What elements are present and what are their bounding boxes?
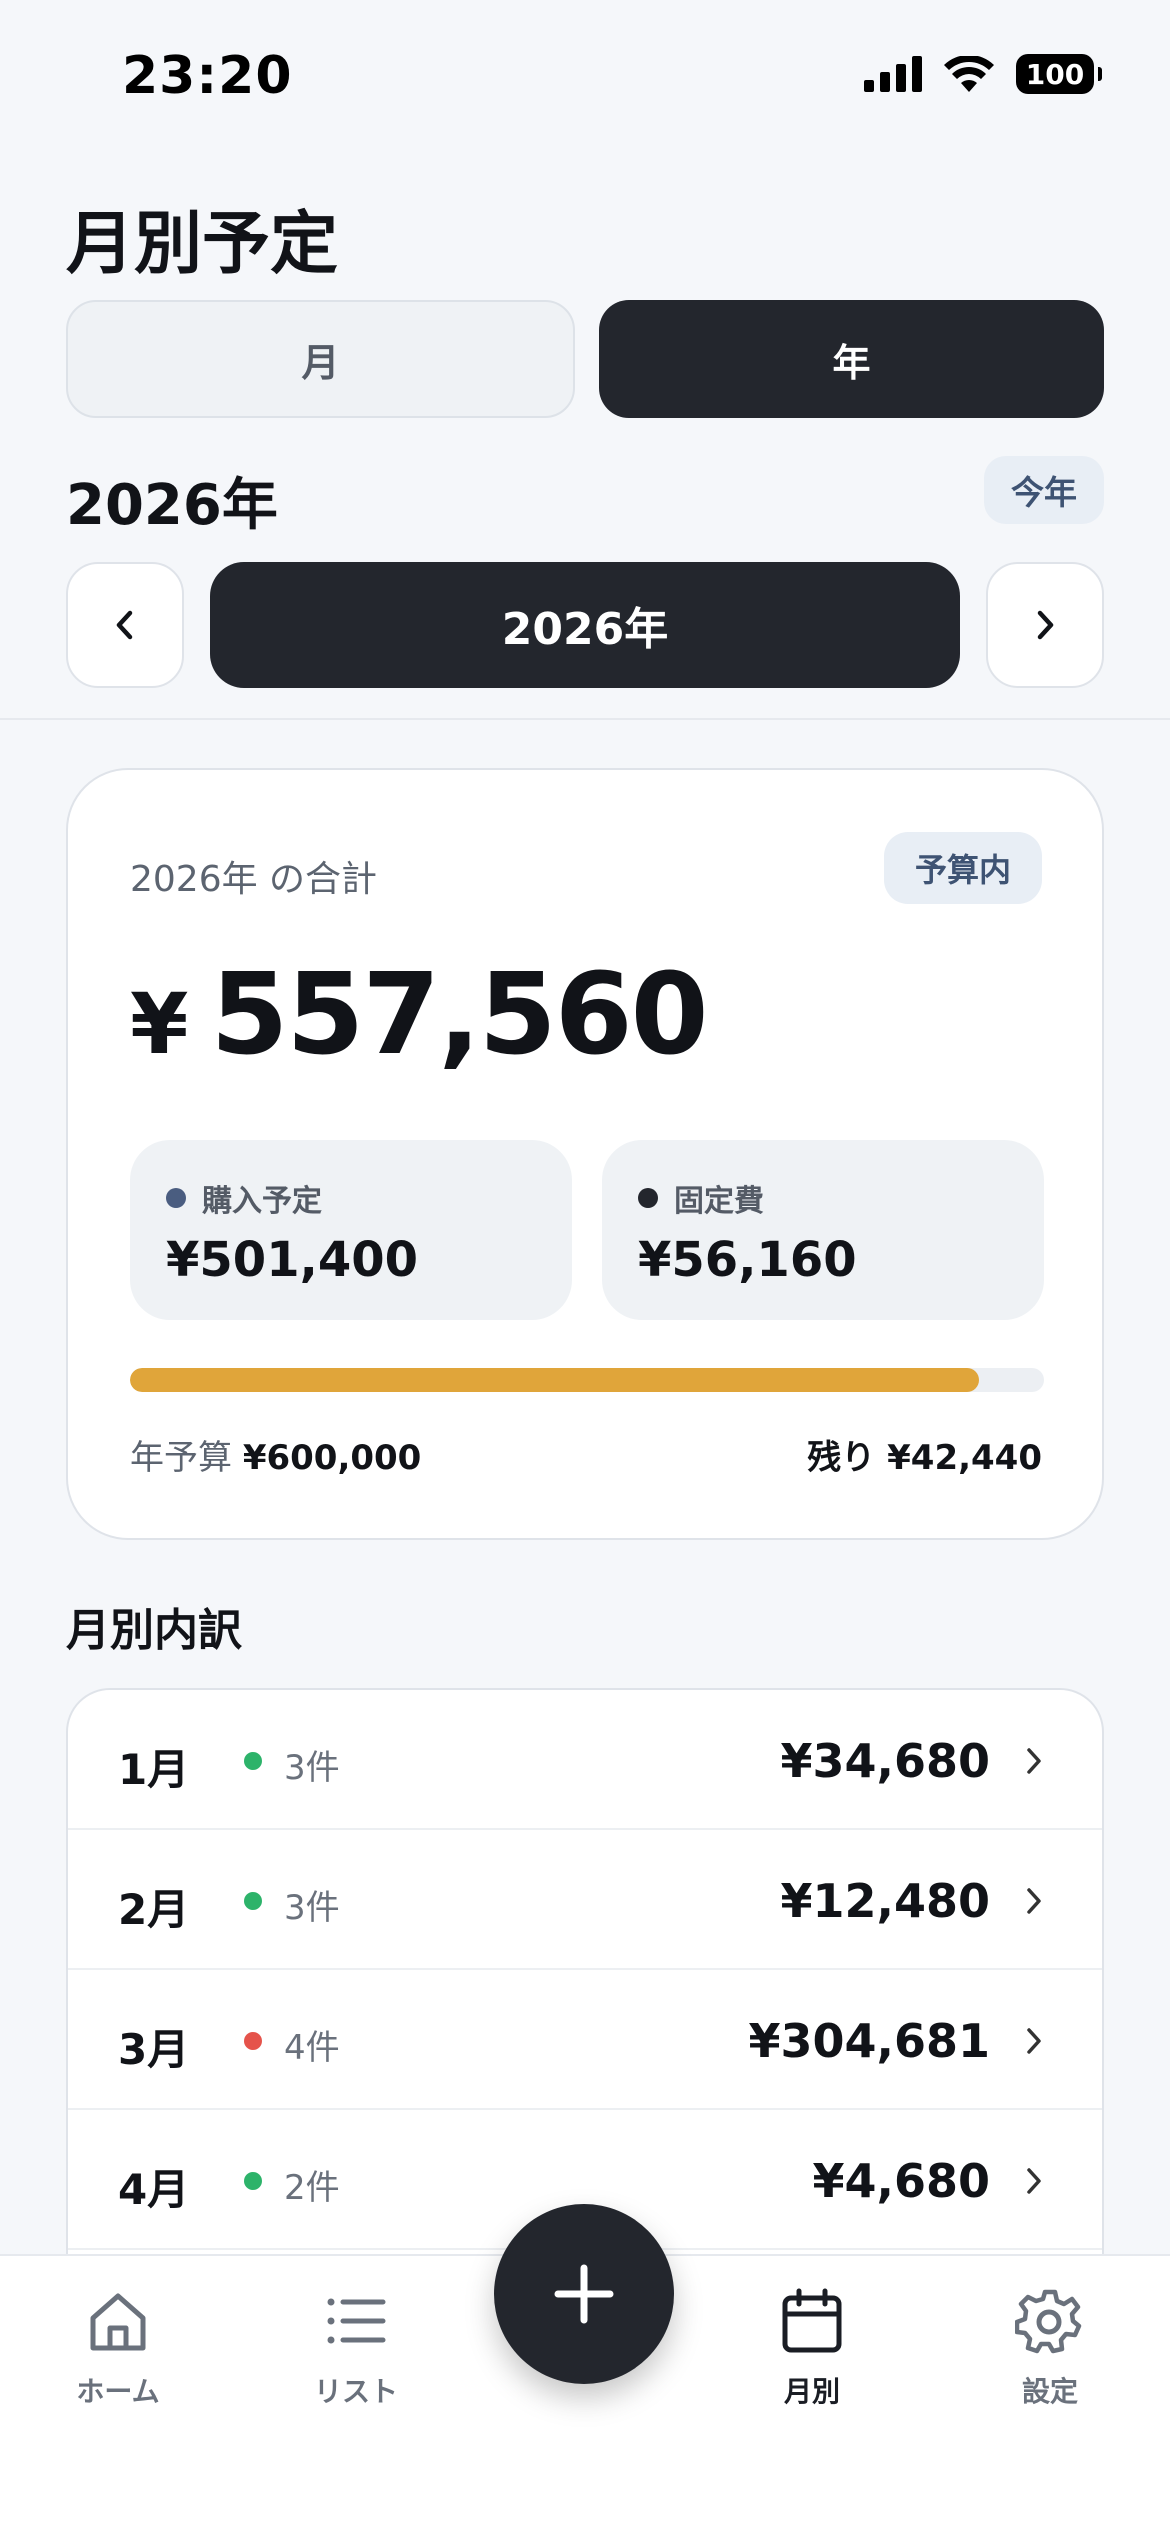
month-row[interactable]: 3月 4件 ¥304,681: [68, 1970, 1102, 2110]
status-dot: [244, 1752, 262, 1770]
remaining-budget: 残り ¥42,440: [807, 1438, 1042, 1478]
status-dot: [244, 2172, 262, 2190]
breakdown: 購入予定 ¥501,400 固定費 ¥56,160: [130, 1140, 1044, 1320]
annual-budget-value: ¥600,000: [242, 1438, 422, 1478]
total-amount: ¥ 557,560: [130, 950, 709, 1080]
list-icon: [327, 2298, 386, 2344]
purchase-plan-label: 購入予定: [202, 1184, 322, 1219]
chevron-left-icon: [116, 610, 133, 640]
segment-month[interactable]: 月: [66, 300, 575, 418]
next-year-button[interactable]: [986, 562, 1104, 688]
month-amount: ¥12,480: [780, 1874, 990, 1928]
fixed-cost-value: ¥56,160: [638, 1232, 857, 1288]
fixed-cost-dot: [638, 1188, 658, 1208]
tab-monthly-label: 月別: [783, 2375, 840, 2408]
annual-budget-label: 年予算: [130, 1438, 232, 1478]
signal-icon: [864, 56, 922, 92]
home-icon: [90, 2293, 146, 2351]
tab-list-label: リスト: [313, 2375, 398, 2408]
item-count: 2件: [284, 2168, 340, 2208]
annual-summary-card: 2026年 の合計 予算内 ¥ 557,560 購入予定 ¥501,400 固定…: [66, 768, 1104, 1540]
tab-list[interactable]: リスト: [266, 2286, 446, 2436]
period-segmented-control: 月 年: [66, 300, 1104, 418]
fixed-cost-label: 固定費: [674, 1184, 764, 1219]
gear-icon: [1015, 2289, 1082, 2354]
chevron-right-icon: [1027, 2168, 1041, 2194]
previous-year-button[interactable]: [66, 562, 184, 688]
month-amount: ¥34,680: [780, 1734, 990, 1788]
status-dot: [244, 2032, 262, 2050]
month-amount: ¥304,681: [748, 2014, 990, 2068]
fixed-cost-label-row: 固定費: [638, 1176, 764, 1220]
budget-progress-bar: [130, 1368, 1044, 1392]
item-count: 3件: [284, 1888, 340, 1928]
segment-year[interactable]: 年: [599, 300, 1104, 418]
month-name: 4月: [118, 2165, 190, 2214]
month-row[interactable]: 2月 3件 ¥12,480: [68, 1830, 1102, 1970]
purchase-dot: [166, 1188, 186, 1208]
chevron-right-icon: [1037, 610, 1054, 640]
year-heading: 2026年: [66, 473, 278, 538]
calendar-icon: [782, 2288, 842, 2353]
budget-progress-fill: [130, 1368, 980, 1392]
currency-symbol: ¥: [130, 975, 189, 1073]
chevron-right-icon: [1027, 1748, 1041, 1774]
wifi-icon: [944, 56, 994, 92]
month-name: 3月: [118, 2025, 190, 2074]
fixed-cost-box: 固定費 ¥56,160: [602, 1140, 1044, 1320]
summary-label: 2026年 の合計: [130, 859, 378, 900]
header-divider: [0, 718, 1170, 720]
status-time: 23:20: [122, 46, 293, 106]
budget-status-badge: 予算内: [884, 832, 1042, 904]
purchase-plan-box: 購入予定 ¥501,400: [130, 1140, 572, 1320]
battery-icon: 100: [1016, 54, 1102, 94]
tab-monthly[interactable]: 月別: [722, 2286, 902, 2436]
month-name: 1月: [118, 1745, 190, 1794]
year-navigation: 2026年: [66, 562, 1104, 688]
add-button[interactable]: [494, 2204, 674, 2384]
item-count: 3件: [284, 1748, 340, 1788]
total-value: 557,560: [210, 950, 708, 1080]
chevron-right-icon: [1027, 1888, 1041, 1914]
purchase-plan-label-row: 購入予定: [166, 1176, 322, 1220]
tab-settings-label: 設定: [1021, 2375, 1078, 2408]
item-count: 4件: [284, 2028, 340, 2068]
month-amount: ¥4,680: [812, 2154, 990, 2208]
monthly-breakdown-title: 月別内訳: [66, 1605, 242, 1656]
this-year-button[interactable]: 今年: [984, 456, 1104, 524]
purchase-plan-value: ¥501,400: [166, 1232, 419, 1288]
page-title: 月別予定: [66, 205, 339, 284]
status-bar: 23:20 100: [0, 0, 1170, 150]
status-dot: [244, 1892, 262, 1910]
tab-home-label: ホーム: [76, 2375, 160, 2408]
annual-budget: 年予算 ¥600,000: [130, 1430, 421, 1479]
year-selector[interactable]: 2026年: [210, 562, 960, 688]
month-name: 2月: [118, 1885, 190, 1934]
tab-settings[interactable]: 設定: [960, 2286, 1140, 2436]
plus-icon: [554, 2264, 614, 2324]
month-row[interactable]: 1月 3件 ¥34,680: [68, 1690, 1102, 1830]
status-icons: 100: [864, 54, 1102, 94]
tab-home[interactable]: ホーム: [28, 2286, 208, 2436]
chevron-right-icon: [1027, 2028, 1041, 2054]
